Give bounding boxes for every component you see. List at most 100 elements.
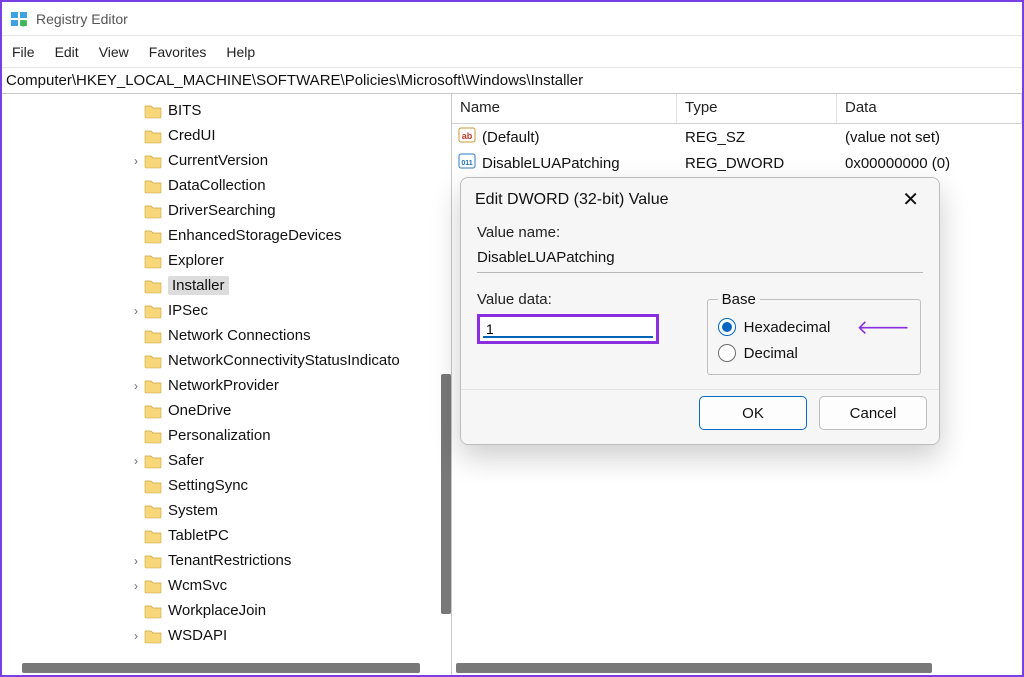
tree-item[interactable]: System [2,498,451,523]
chevron-right-icon[interactable] [128,603,144,619]
reg-binary-icon: 011 [458,152,476,174]
chevron-right-icon[interactable] [128,278,144,294]
tree-item-label: NetworkProvider [168,377,279,394]
folder-icon [144,403,162,419]
chevron-right-icon[interactable]: › [128,153,144,169]
chevron-right-icon[interactable] [128,503,144,519]
tree-item[interactable]: ›CurrentVersion [2,148,451,173]
chevron-right-icon[interactable] [128,253,144,269]
header-data[interactable]: Data [837,94,1022,123]
tree-item[interactable]: ›WcmSvc [2,573,451,598]
svg-text:011: 011 [461,160,472,167]
chevron-right-icon[interactable] [128,128,144,144]
regedit-app-icon [10,10,28,28]
chevron-right-icon[interactable] [128,428,144,444]
chevron-right-icon[interactable] [128,353,144,369]
folder-icon [144,628,162,644]
tree-list[interactable]: BITS CredUI›CurrentVersion DataCollection D… [2,94,451,659]
annotation-arrow-icon: 🡐 [856,315,910,340]
tree-item[interactable]: BITS [2,98,451,123]
tree-item[interactable]: TabletPC [2,523,451,548]
value-data-label: Value data: [477,291,685,308]
menu-edit[interactable]: Edit [55,44,79,60]
svg-text:ab: ab [462,131,473,141]
tree-item[interactable]: CredUI [2,123,451,148]
chevron-right-icon[interactable]: › [128,303,144,319]
tree-item-label: Explorer [168,252,224,269]
header-type[interactable]: Type [677,94,837,123]
chevron-right-icon[interactable] [128,178,144,194]
folder-icon [144,278,162,294]
address-bar[interactable]: Computer\HKEY_LOCAL_MACHINE\SOFTWARE\Pol… [2,68,1022,94]
tree-item[interactable]: ›TenantRestrictions [2,548,451,573]
tree-item-label: SettingSync [168,477,248,494]
value-data-input[interactable] [480,319,656,339]
tree-vertical-scrollbar[interactable] [441,374,451,614]
folder-icon [144,478,162,494]
tree-item-label: DataCollection [168,177,266,194]
folder-icon [144,553,162,569]
chevron-right-icon[interactable]: › [128,378,144,394]
base-legend: Base [718,291,760,308]
chevron-right-icon[interactable]: › [128,628,144,644]
chevron-right-icon[interactable] [128,403,144,419]
tree-item[interactable]: Network Connections [2,323,451,348]
radio-decimal-label[interactable]: Decimal [744,345,798,362]
folder-icon [144,353,162,369]
folder-icon [144,228,162,244]
menu-bar: File Edit View Favorites Help [2,36,1022,68]
tree-item[interactable]: NetworkConnectivityStatusIndicato [2,348,451,373]
tree-item[interactable]: Installer [2,273,451,298]
chevron-right-icon[interactable] [128,228,144,244]
tree-item[interactable]: OneDrive [2,398,451,423]
menu-view[interactable]: View [99,44,129,60]
folder-icon [144,428,162,444]
tree-item[interactable]: Personalization [2,423,451,448]
tree-item[interactable]: EnhancedStorageDevices [2,223,451,248]
tree-item[interactable]: DriverSearching [2,198,451,223]
chevron-right-icon[interactable] [128,528,144,544]
edit-dword-dialog: Edit DWORD (32-bit) Value ✕ Value name: … [460,177,940,445]
header-name[interactable]: Name [452,94,677,123]
tree-item[interactable]: SettingSync [2,473,451,498]
tree-horizontal-scrollbar[interactable] [22,663,420,673]
value-data-cell: 0x00000000 (0) [837,155,1022,172]
tree-item-label: BITS [168,102,201,119]
title-bar: Registry Editor [2,2,1022,36]
tree-item[interactable]: WorkplaceJoin [2,598,451,623]
table-row[interactable]: 011DisableLUAPatchingREG_DWORD0x00000000… [452,150,1022,176]
chevron-right-icon[interactable]: › [128,553,144,569]
folder-icon [144,453,162,469]
chevron-right-icon[interactable]: › [128,578,144,594]
ok-button[interactable]: OK [699,396,807,430]
close-icon[interactable]: ✕ [896,188,925,212]
chevron-right-icon[interactable] [128,203,144,219]
menu-help[interactable]: Help [226,44,255,60]
tree-item-label: TabletPC [168,527,229,544]
menu-favorites[interactable]: Favorites [149,44,207,60]
radio-decimal[interactable] [718,344,736,362]
tree-horizontal-scroll-track [2,659,451,675]
menu-file[interactable]: File [12,44,35,60]
folder-icon [144,153,162,169]
tree-item[interactable]: DataCollection [2,173,451,198]
chevron-right-icon[interactable]: › [128,453,144,469]
value-type-cell: REG_DWORD [677,155,837,172]
radio-hexadecimal-label[interactable]: Hexadecimal [744,319,831,336]
value-name-cell: (Default) [482,129,540,146]
tree-item[interactable]: Explorer [2,248,451,273]
chevron-right-icon[interactable] [128,103,144,119]
tree-item[interactable]: › NetworkProvider [2,373,451,398]
cancel-button[interactable]: Cancel [819,396,927,430]
tree-item-label: Installer [168,276,229,295]
tree-item[interactable]: ›Safer [2,448,451,473]
radio-hexadecimal[interactable] [718,318,736,336]
chevron-right-icon[interactable] [128,328,144,344]
values-horizontal-scrollbar[interactable] [456,663,932,673]
value-type-cell: REG_SZ [677,129,837,146]
folder-icon [144,503,162,519]
tree-item[interactable]: ›WSDAPI [2,623,451,648]
chevron-right-icon[interactable] [128,478,144,494]
table-row[interactable]: ab(Default)REG_SZ(value not set) [452,124,1022,150]
tree-item[interactable]: ›IPSec [2,298,451,323]
